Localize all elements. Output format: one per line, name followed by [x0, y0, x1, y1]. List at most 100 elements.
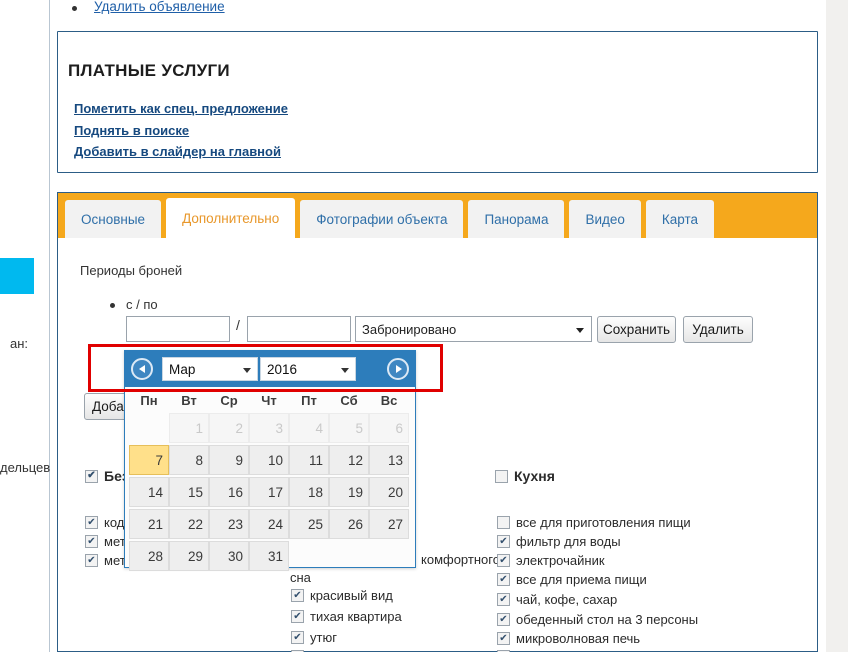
calendar-day-cell[interactable]: 22 — [169, 509, 209, 539]
item-label: красивый вид — [310, 588, 393, 603]
calendar-day-cell[interactable]: 30 — [209, 541, 249, 571]
bullet-icon — [72, 6, 77, 11]
item-label: все для приема пищи — [516, 572, 647, 587]
calendar-day-cell[interactable]: 10 — [249, 445, 289, 475]
next-month-button[interactable] — [387, 358, 409, 380]
datepicker-popup[interactable]: Мар 2016 Пн Вт Ср Чт Пт Сб Вс 1234567891… — [124, 350, 416, 571]
calendar-day-cell[interactable]: 27 — [369, 509, 409, 539]
checkbox-icon[interactable] — [497, 554, 510, 567]
mark-as-special-offer-link[interactable]: Пометить как спец. предложение — [74, 101, 288, 116]
group-label: Кухня — [514, 468, 555, 484]
item-label: все для приготовления пищи — [516, 515, 691, 530]
tab-label: Фотографии объекта — [316, 211, 448, 227]
right-item-5[interactable]: обеденный стол на 3 персоны — [497, 612, 698, 627]
calendar-day-cell[interactable]: 12 — [329, 445, 369, 475]
left-gutter-divider — [49, 0, 50, 652]
save-button[interactable]: Сохранить — [597, 316, 676, 343]
date-separator: / — [236, 317, 240, 333]
right-item-1[interactable]: фильтр для воды — [497, 534, 621, 549]
calendar-day-cell[interactable]: 24 — [249, 509, 289, 539]
right-item-2[interactable]: электрочайник — [497, 553, 605, 568]
checkbox-icon[interactable] — [497, 632, 510, 645]
tab-video[interactable]: Видео — [569, 200, 641, 238]
checkbox-icon[interactable] — [85, 516, 98, 529]
checkbox-icon[interactable] — [497, 593, 510, 606]
calendar-day-cell[interactable]: 18 — [289, 477, 329, 507]
calendar-day-cell[interactable]: 2 — [209, 413, 249, 443]
month-value: Мар — [169, 361, 196, 377]
calendar-day-cell[interactable]: 7 — [129, 445, 169, 475]
calendar-day-cell[interactable]: 26 — [329, 509, 369, 539]
middle-item-0[interactable]: красивый вид — [291, 588, 393, 603]
middle-item-2[interactable]: утюг — [291, 630, 337, 645]
checkbox-icon[interactable] — [497, 535, 510, 548]
left-item-1[interactable]: мет — [85, 534, 126, 549]
calendar-week-row: 123456 — [129, 412, 411, 444]
group-kuhnya[interactable]: Кухня — [495, 468, 555, 484]
checkbox-icon[interactable] — [291, 610, 304, 623]
calendar-day-cell[interactable]: 16 — [209, 477, 249, 507]
delete-listing-link[interactable]: Удалить объявление — [94, 0, 225, 14]
tab-fotografii-obekta[interactable]: Фотографии объекта — [300, 200, 464, 238]
checkbox-icon[interactable] — [291, 589, 304, 602]
calendar-day-cell[interactable]: 29 — [169, 541, 209, 571]
delete-button[interactable]: Удалить — [683, 316, 753, 343]
left-item-2[interactable]: мет — [85, 553, 126, 568]
calendar-week-row: 14 15 16 17 18 19 20 — [129, 476, 411, 508]
calendar-day-cell[interactable]: 13 — [369, 445, 409, 475]
checkbox-icon[interactable] — [85, 554, 98, 567]
calendar-day-cell[interactable]: 15 — [169, 477, 209, 507]
calendar-week-row: 7 8 9 10 11 12 13 — [129, 444, 411, 476]
right-item-0[interactable]: все для приготовления пищи — [497, 515, 691, 530]
prev-month-button[interactable] — [131, 358, 153, 380]
checkbox-icon[interactable] — [497, 573, 510, 586]
calendar-day-cell[interactable]: 21 — [129, 509, 169, 539]
right-item-4[interactable]: чай, кофе, сахар — [497, 592, 617, 607]
middle-item-1[interactable]: тихая квартира — [291, 609, 402, 624]
checkbox-icon[interactable] — [85, 535, 98, 548]
calendar-day-cell[interactable]: 5 — [329, 413, 369, 443]
tab-osnovnye[interactable]: Основные — [65, 200, 162, 238]
left-item-0[interactable]: код — [85, 515, 124, 530]
tab-panorama[interactable]: Панорама — [468, 200, 565, 238]
checkbox-icon[interactable] — [291, 631, 304, 644]
chevron-right-icon — [395, 365, 402, 373]
checkbox-icon[interactable] — [497, 516, 510, 529]
checkbox-icon[interactable] — [85, 469, 98, 483]
datepicker-header: Мар 2016 — [125, 351, 415, 387]
calendar-day-cell[interactable]: 28 — [129, 541, 169, 571]
calendar-day-cell[interactable]: 11 — [289, 445, 329, 475]
calendar-day-cell[interactable]: 20 — [369, 477, 409, 507]
calendar-day-cell[interactable]: 25 — [289, 509, 329, 539]
booking-status-select[interactable]: Забронировано — [355, 316, 592, 342]
calendar-day-cell[interactable]: 31 — [249, 541, 289, 571]
date-to-input[interactable] — [247, 316, 351, 342]
right-item-6[interactable]: микроволновая печь — [497, 631, 640, 646]
weekday-label: Пн — [140, 393, 158, 408]
right-item-3[interactable]: все для приема пищи — [497, 572, 647, 587]
calendar-day-cell[interactable]: 17 — [249, 477, 289, 507]
calendar-day-cell[interactable]: 6 — [369, 413, 409, 443]
calendar-grid: 1 2 3 4 5 6 7 8 9 10 11 12 13 14 15 16 17 18 19 20 21 22 23 24 2… — [125, 410, 415, 578]
calendar-day-cell[interactable]: 23 — [209, 509, 249, 539]
calendar-day-cell[interactable]: 14 — [129, 477, 169, 507]
calendar-day-cell[interactable]: 4 — [289, 413, 329, 443]
calendar-day-cell[interactable]: 9 — [209, 445, 249, 475]
date-from-input[interactable] — [126, 316, 230, 342]
add-to-homepage-slider-link[interactable]: Добавить в слайдер на главной — [74, 144, 281, 159]
range-label: с / по — [126, 297, 158, 312]
month-select[interactable]: Мар — [162, 357, 258, 381]
calendar-day-cell[interactable]: 8 — [169, 445, 209, 475]
checkbox-icon[interactable] — [497, 613, 510, 626]
tab-dopolnitelno[interactable]: Дополнительно — [166, 198, 296, 238]
year-value: 2016 — [267, 361, 298, 377]
edge-text-top: ан: — [10, 336, 29, 351]
calendar-day-cell[interactable]: 19 — [329, 477, 369, 507]
checkbox-icon[interactable] — [495, 469, 508, 483]
year-select[interactable]: 2016 — [260, 357, 356, 381]
tab-karta[interactable]: Карта — [645, 200, 715, 238]
accent-cyan-block — [0, 258, 34, 294]
calendar-day-cell[interactable]: 1 — [169, 413, 209, 443]
calendar-day-cell[interactable]: 3 — [249, 413, 289, 443]
boost-in-search-link[interactable]: Поднять в поиске — [74, 123, 189, 138]
